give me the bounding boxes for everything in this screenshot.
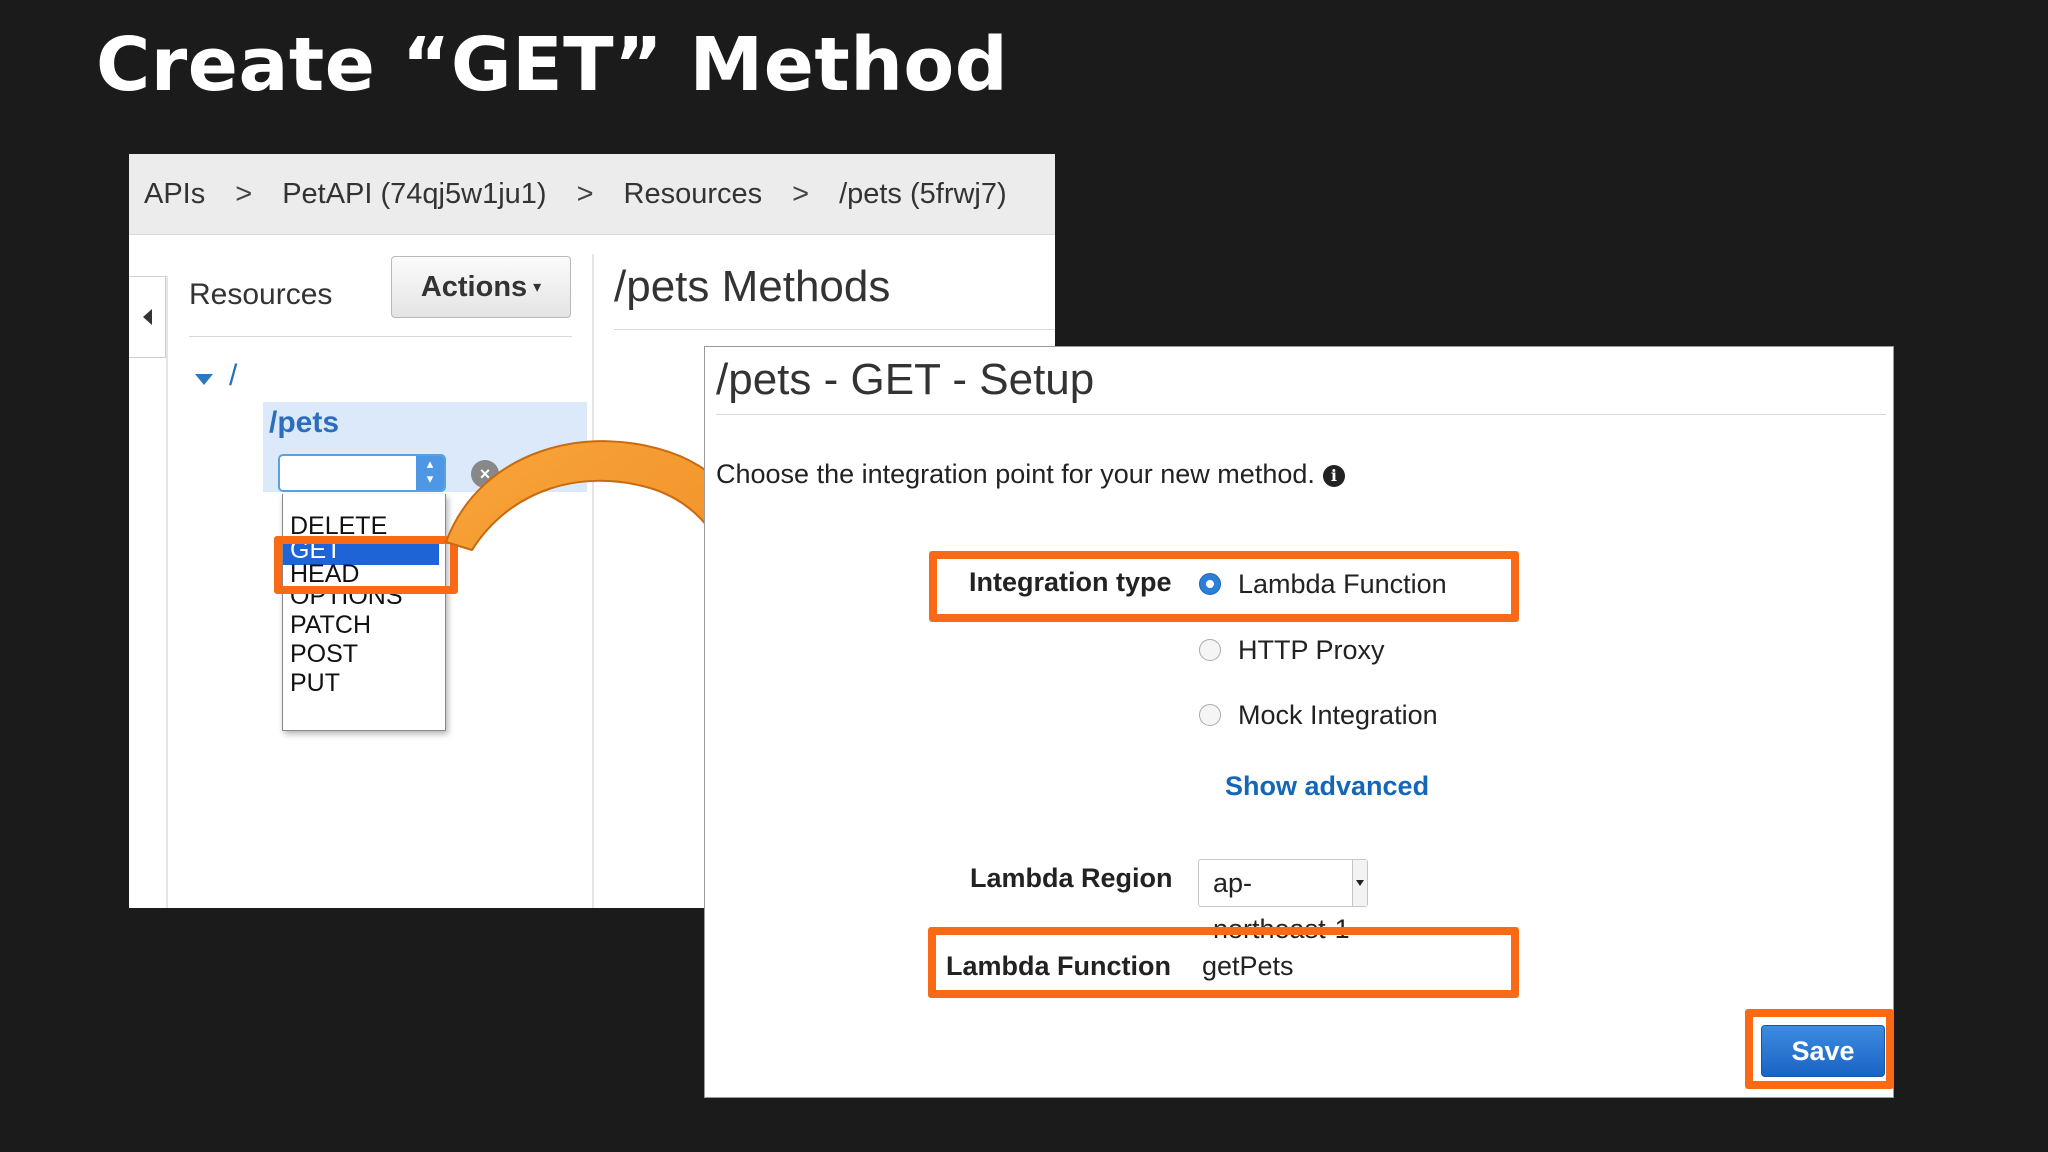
divider — [614, 329, 1055, 330]
methods-heading: /pets Methods — [614, 262, 891, 311]
setup-title: /pets - GET - Setup — [716, 355, 1095, 404]
highlight-lambda-function — [928, 927, 1519, 998]
method-option-post[interactable]: POST — [290, 640, 358, 669]
slide-title: Create “GET” Method — [96, 22, 1009, 108]
highlight-integration-type — [929, 551, 1519, 622]
breadcrumb-separator: > — [576, 177, 594, 210]
chevron-left-icon — [142, 309, 152, 325]
lambda-region-label: Lambda Region — [970, 863, 1173, 893]
resources-label: Resources — [189, 278, 333, 311]
radio-mock-integration[interactable] — [1199, 704, 1221, 726]
resource-root[interactable]: / — [229, 359, 237, 393]
method-option-patch[interactable]: PATCH — [290, 611, 371, 640]
breadcrumb-apis[interactable]: APIs — [144, 178, 205, 211]
collapse-sidebar-button[interactable] — [129, 276, 166, 358]
radio-label-http-proxy[interactable]: HTTP Proxy — [1238, 635, 1385, 666]
divider — [166, 276, 168, 908]
breadcrumb-resources[interactable]: Resources — [624, 178, 763, 211]
divider — [189, 336, 572, 337]
tree-expand-icon[interactable] — [195, 374, 213, 385]
caret-down-icon: ▾ — [533, 279, 542, 296]
breadcrumb-petapi[interactable]: PetAPI (74qj5w1ju1) — [282, 178, 546, 211]
divider — [716, 414, 1886, 415]
dropdown-arrow-icon — [1352, 860, 1367, 906]
highlight-save-button — [1745, 1009, 1894, 1089]
breadcrumb: APIs > PetAPI (74qj5w1ju1) > Resources >… — [129, 154, 1055, 235]
actions-button[interactable]: Actions ▾ — [391, 256, 571, 318]
info-icon[interactable]: i — [1322, 465, 1345, 487]
highlight-get-option — [274, 536, 458, 594]
breadcrumb-separator: > — [235, 177, 253, 210]
breadcrumb-separator: > — [792, 177, 810, 210]
lambda-region-select[interactable]: ap-northeast-1 — [1198, 859, 1368, 944]
method-select[interactable]: ▴ ▾ — [278, 454, 446, 492]
breadcrumb-pets[interactable]: /pets (5frwj7) — [839, 178, 1007, 211]
radio-label-mock-integration[interactable]: Mock Integration — [1238, 700, 1438, 731]
method-dropdown-list: DELETE GET HEAD OPTIONS PATCH POST PUT — [282, 494, 446, 731]
radio-http-proxy[interactable] — [1199, 639, 1221, 661]
setup-description-text: Choose the integration point for your ne… — [716, 459, 1315, 489]
show-advanced-link[interactable]: Show advanced — [1225, 771, 1429, 802]
resource-pets-label[interactable]: /pets — [269, 406, 339, 440]
method-option-put[interactable]: PUT — [290, 669, 340, 698]
setup-description: Choose the integration point for your ne… — [716, 459, 1345, 490]
actions-label: Actions — [420, 270, 528, 303]
